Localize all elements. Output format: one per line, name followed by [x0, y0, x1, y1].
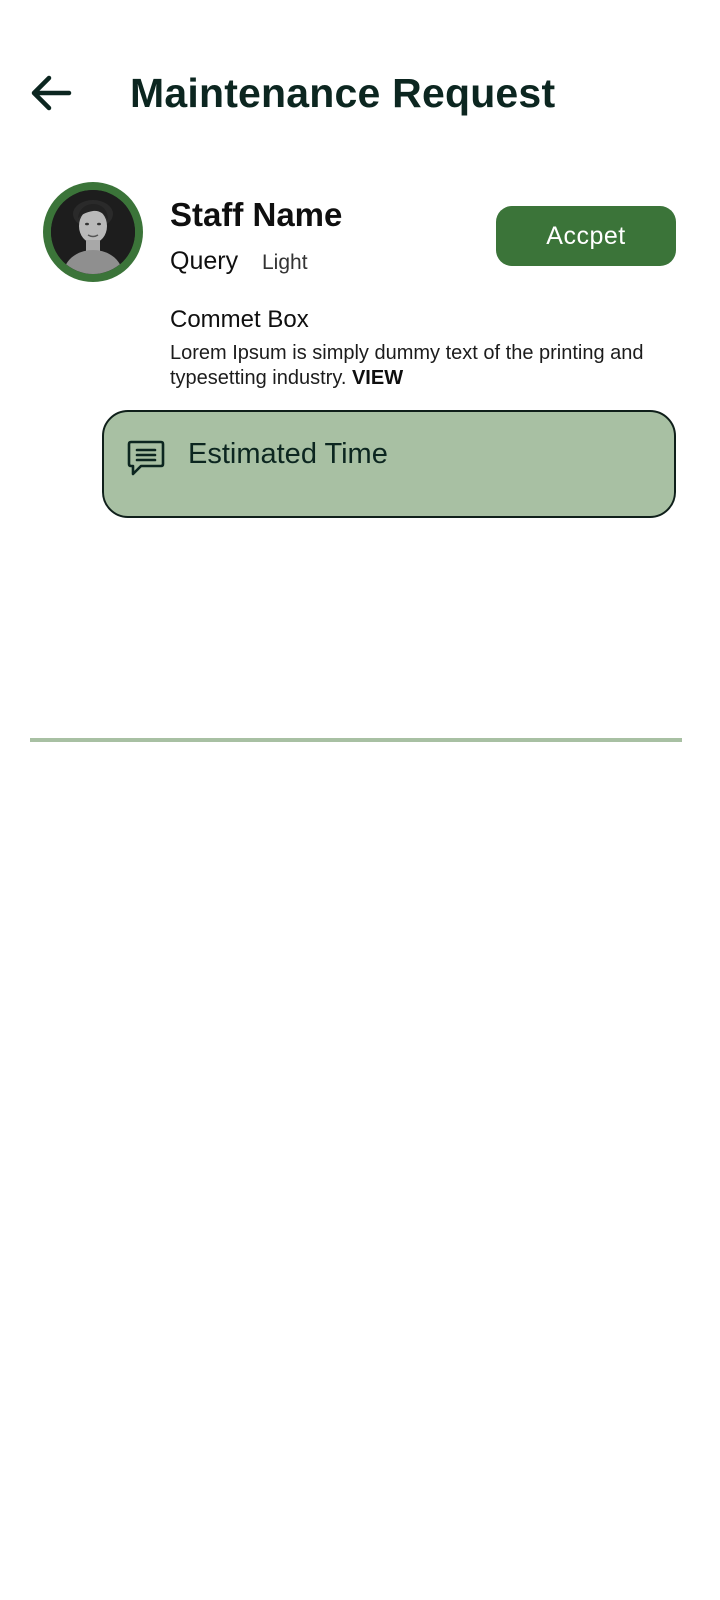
staff-name: Staff Name — [170, 196, 343, 233]
comment-box-title: Commet Box — [170, 306, 309, 333]
comment-text: Lorem Ipsum is simply dummy text of the … — [170, 342, 644, 389]
accept-button[interactable]: Accpet — [496, 206, 676, 266]
card-divider — [30, 738, 682, 742]
app-header: Maintenance Request — [0, 60, 720, 130]
query-value: Light — [262, 251, 308, 274]
chat-bubble-icon — [127, 440, 165, 476]
avatar[interactable] — [43, 182, 143, 282]
estimated-time-label: Estimated Time — [188, 438, 388, 470]
page-title: Maintenance Request — [130, 70, 556, 116]
query-label: Query — [170, 247, 239, 275]
back-button[interactable] — [26, 68, 76, 118]
comment-text-block: Lorem Ipsum is simply dummy text of the … — [170, 341, 680, 391]
estimated-time-button[interactable]: Estimated Time — [102, 410, 676, 518]
view-link[interactable]: VIEW — [352, 367, 403, 389]
request-card: Staff Name Query Light Accpet Commet Box… — [0, 180, 720, 742]
avatar-photo — [51, 190, 135, 274]
arrow-left-icon — [31, 75, 72, 111]
